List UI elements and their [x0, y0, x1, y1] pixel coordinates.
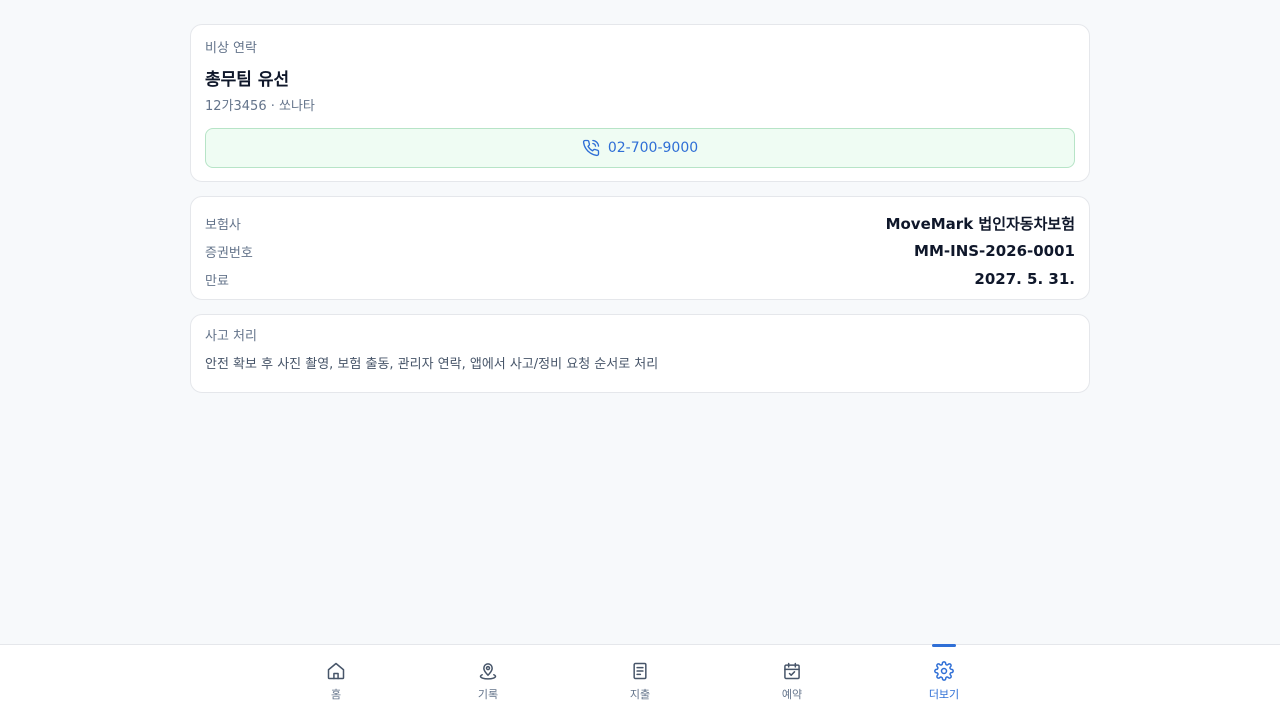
- active-indicator: [932, 644, 956, 647]
- phone-icon: [582, 139, 600, 157]
- nav-item-expenses[interactable]: 지출: [600, 645, 680, 720]
- expiry-label: 만료: [205, 273, 229, 289]
- nav-label-home: 홈: [330, 688, 342, 701]
- nav-label-records: 기록: [477, 688, 499, 701]
- policy-number-value: MM-INS-2026-0001: [914, 242, 1075, 260]
- nav-item-reservations[interactable]: 예약: [752, 645, 832, 720]
- emergency-contact-card: 비상 연락 총무팀 유선 12가3456 · 쏘나타 02-700-9000: [190, 24, 1090, 182]
- nav-item-more[interactable]: 더보기: [904, 644, 984, 720]
- receipt-icon: [630, 661, 650, 681]
- vehicle-info: 12가3456 · 쏘나타: [205, 99, 315, 114]
- insurance-row-company: 보험사 MoveMark 법인자동차보험: [205, 209, 1075, 237]
- emergency-section-label: 비상 연락: [205, 41, 257, 56]
- nav-label-expenses: 지출: [629, 688, 651, 701]
- insurance-row-expiry: 만료 2027. 5. 31.: [205, 265, 1075, 293]
- expiry-value: 2027. 5. 31.: [974, 270, 1075, 288]
- accident-handling-card: 사고 처리 안전 확보 후 사진 촬영, 보험 출동, 관리자 연락, 앱에서 …: [190, 314, 1090, 393]
- nav-label-reservations: 예약: [781, 688, 803, 701]
- emergency-contact-title: 총무팀 유선: [205, 70, 290, 90]
- gear-icon: [934, 661, 954, 681]
- insurance-company-label: 보험사: [205, 217, 241, 233]
- phone-number: 02-700-9000: [607, 140, 699, 156]
- nav-label-more: 더보기: [928, 688, 960, 701]
- calendar-check-icon: [782, 661, 802, 681]
- home-icon: [326, 661, 346, 681]
- policy-number-label: 증권번호: [205, 245, 253, 261]
- accident-section-label: 사고 처리: [205, 329, 257, 344]
- main-content: 비상 연락 총무팀 유선 12가3456 · 쏘나타 02-700-9000 보…: [190, 24, 1090, 393]
- insurance-row-policy: 증권번호 MM-INS-2026-0001: [205, 237, 1075, 265]
- map-pin-icon: [478, 661, 498, 681]
- insurance-card: 보험사 MoveMark 법인자동차보험 증권번호 MM-INS-2026-00…: [190, 196, 1090, 300]
- page: 비상 연락 총무팀 유선 12가3456 · 쏘나타 02-700-9000 보…: [0, 0, 1280, 720]
- accident-description: 안전 확보 후 사진 촬영, 보험 출동, 관리자 연락, 앱에서 사고/정비 …: [205, 357, 659, 372]
- call-button[interactable]: 02-700-9000: [205, 128, 1075, 168]
- insurance-company-value: MoveMark 법인자동차보험: [885, 214, 1075, 233]
- bottom-nav: 홈 기록 지출 예약 더보기: [0, 644, 1280, 720]
- nav-item-home[interactable]: 홈: [296, 645, 376, 720]
- nav-item-records[interactable]: 기록: [448, 645, 528, 720]
